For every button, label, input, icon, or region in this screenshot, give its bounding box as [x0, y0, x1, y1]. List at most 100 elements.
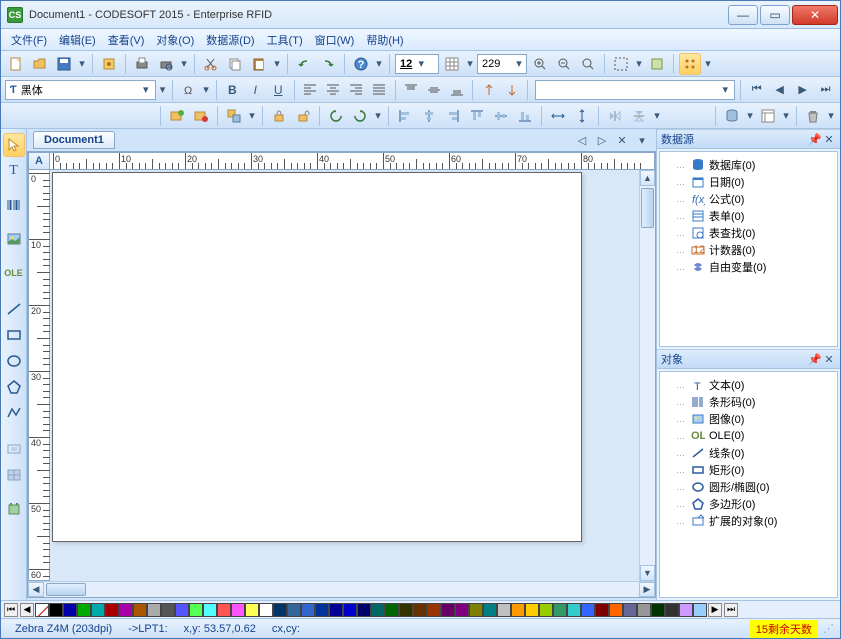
menu-object[interactable]: 对象(O) [150, 30, 200, 50]
shape1-tool[interactable] [3, 437, 25, 461]
save-dropdown[interactable]: ▾ [77, 53, 87, 75]
zoomin-button[interactable] [529, 53, 551, 75]
menu-view[interactable]: 查看(V) [102, 30, 151, 50]
align-bottom-button[interactable] [514, 105, 536, 127]
scroll-thumb[interactable] [641, 188, 654, 228]
db-toolbar-button[interactable] [721, 105, 743, 127]
db-dropdown[interactable]: ▾ [745, 105, 755, 127]
color-swatch[interactable] [679, 603, 693, 617]
color-swatch[interactable] [189, 603, 203, 617]
document-tab[interactable]: Document1 [33, 131, 115, 149]
rotate-left-button[interactable] [325, 105, 347, 127]
resize-grip[interactable]: ⋰ [818, 622, 834, 635]
new-button[interactable] [5, 53, 27, 75]
flipH-button[interactable] [604, 105, 626, 127]
palette-prev-button[interactable]: ◀ [20, 603, 34, 617]
menu-datasource[interactable]: 数据源(D) [200, 30, 260, 50]
color-swatch[interactable] [665, 603, 679, 617]
color-swatch[interactable] [399, 603, 413, 617]
scroll-down-button[interactable]: ▼ [640, 565, 655, 581]
help-button[interactable]: ? [350, 53, 372, 75]
print-button[interactable] [131, 53, 153, 75]
color-swatch[interactable] [287, 603, 301, 617]
trash-button[interactable] [802, 105, 824, 127]
image-tool[interactable] [3, 227, 25, 251]
close-button[interactable]: ✕ [792, 5, 838, 25]
prev-button[interactable]: ◀ [769, 79, 790, 101]
font-input[interactable] [21, 82, 139, 98]
color-swatch[interactable] [49, 603, 63, 617]
tree-item[interactable]: T文本(0) [664, 376, 833, 393]
color-swatch[interactable] [343, 603, 357, 617]
tab-next-button[interactable]: ▷ [594, 132, 610, 148]
palette-next-button[interactable]: ▶ [708, 603, 722, 617]
form-toolbar-button[interactable] [757, 105, 779, 127]
charmap-dropdown[interactable]: ▾ [201, 79, 211, 101]
color-swatch[interactable] [371, 603, 385, 617]
color-swatch[interactable] [245, 603, 259, 617]
text-tool[interactable]: T [3, 159, 25, 183]
tab-close-button[interactable]: ✕ [614, 132, 630, 148]
vertical-ruler[interactable]: 0102030405060 [28, 170, 50, 581]
trash-dropdown[interactable]: ▾ [826, 105, 836, 127]
maximize-button[interactable]: ▭ [760, 5, 790, 25]
poly-line-tool[interactable] [3, 401, 25, 425]
select-dropdown[interactable]: ▾ [634, 53, 644, 75]
layer2-button[interactable] [190, 105, 212, 127]
wizard-button[interactable] [98, 53, 120, 75]
grid-dropdown[interactable]: ▾ [465, 53, 475, 75]
align-left-button[interactable] [394, 105, 416, 127]
tree-item[interactable]: 123计数器(0) [664, 241, 833, 258]
chevron-down-icon[interactable]: ▾ [139, 83, 153, 96]
scroll-right-button[interactable]: ▶ [639, 582, 655, 597]
color-swatch[interactable] [413, 603, 427, 617]
color-swatch[interactable] [539, 603, 553, 617]
plugin-tool[interactable] [3, 497, 25, 521]
tab-prev-button[interactable]: ◁ [574, 132, 590, 148]
last-button[interactable]: ⏭ [815, 79, 836, 101]
zoomfit-button[interactable] [577, 53, 599, 75]
color-swatch[interactable] [609, 603, 623, 617]
tree-item[interactable]: 自由变量(0) [664, 258, 833, 275]
refresh-button[interactable] [646, 53, 668, 75]
pin-icon[interactable]: 📌 [808, 353, 822, 366]
tree-item[interactable]: 日期(0) [664, 173, 833, 190]
valigntop-button[interactable] [400, 79, 421, 101]
underline-button[interactable]: U [268, 79, 289, 101]
rotate-right-button[interactable] [349, 105, 371, 127]
open-button[interactable] [29, 53, 51, 75]
rect-tool[interactable] [3, 323, 25, 347]
color-swatch[interactable] [581, 603, 595, 617]
color-swatch[interactable] [63, 603, 77, 617]
color-swatch[interactable] [469, 603, 483, 617]
grow-button[interactable] [478, 79, 499, 101]
paste-button[interactable] [248, 53, 270, 75]
nocolor-swatch[interactable] [35, 603, 49, 617]
tree-item[interactable]: 表单(0) [664, 207, 833, 224]
color-swatch[interactable] [567, 603, 581, 617]
titlebar[interactable]: CS Document1 - CODESOFT 2015 - Enterpris… [1, 1, 840, 29]
align-center-button[interactable] [418, 105, 440, 127]
style-combo[interactable]: ▾ [535, 80, 735, 100]
color-swatch[interactable] [385, 603, 399, 617]
polygon-tool[interactable] [3, 375, 25, 399]
color-swatch[interactable] [441, 603, 455, 617]
selectall-button[interactable] [610, 53, 632, 75]
save-button[interactable] [53, 53, 75, 75]
print-dropdown[interactable]: ▾ [179, 53, 189, 75]
color-swatch[interactable] [161, 603, 175, 617]
color-swatch[interactable] [203, 603, 217, 617]
menu-help[interactable]: 帮助(H) [360, 30, 409, 50]
color-swatch[interactable] [511, 603, 525, 617]
palette-first-button[interactable]: ⏮ [4, 603, 18, 617]
menu-edit[interactable]: 编辑(E) [53, 30, 102, 50]
ruler-corner[interactable]: A [28, 152, 50, 170]
help-dropdown[interactable]: ▾ [374, 53, 384, 75]
style-input[interactable] [540, 82, 718, 98]
next-button[interactable]: ▶ [792, 79, 813, 101]
pointer-tool[interactable] [3, 133, 25, 157]
zoom-input[interactable] [482, 56, 514, 72]
group1-dropdown[interactable]: ▾ [247, 105, 257, 127]
shape2-tool[interactable] [3, 463, 25, 487]
color-swatch[interactable] [455, 603, 469, 617]
